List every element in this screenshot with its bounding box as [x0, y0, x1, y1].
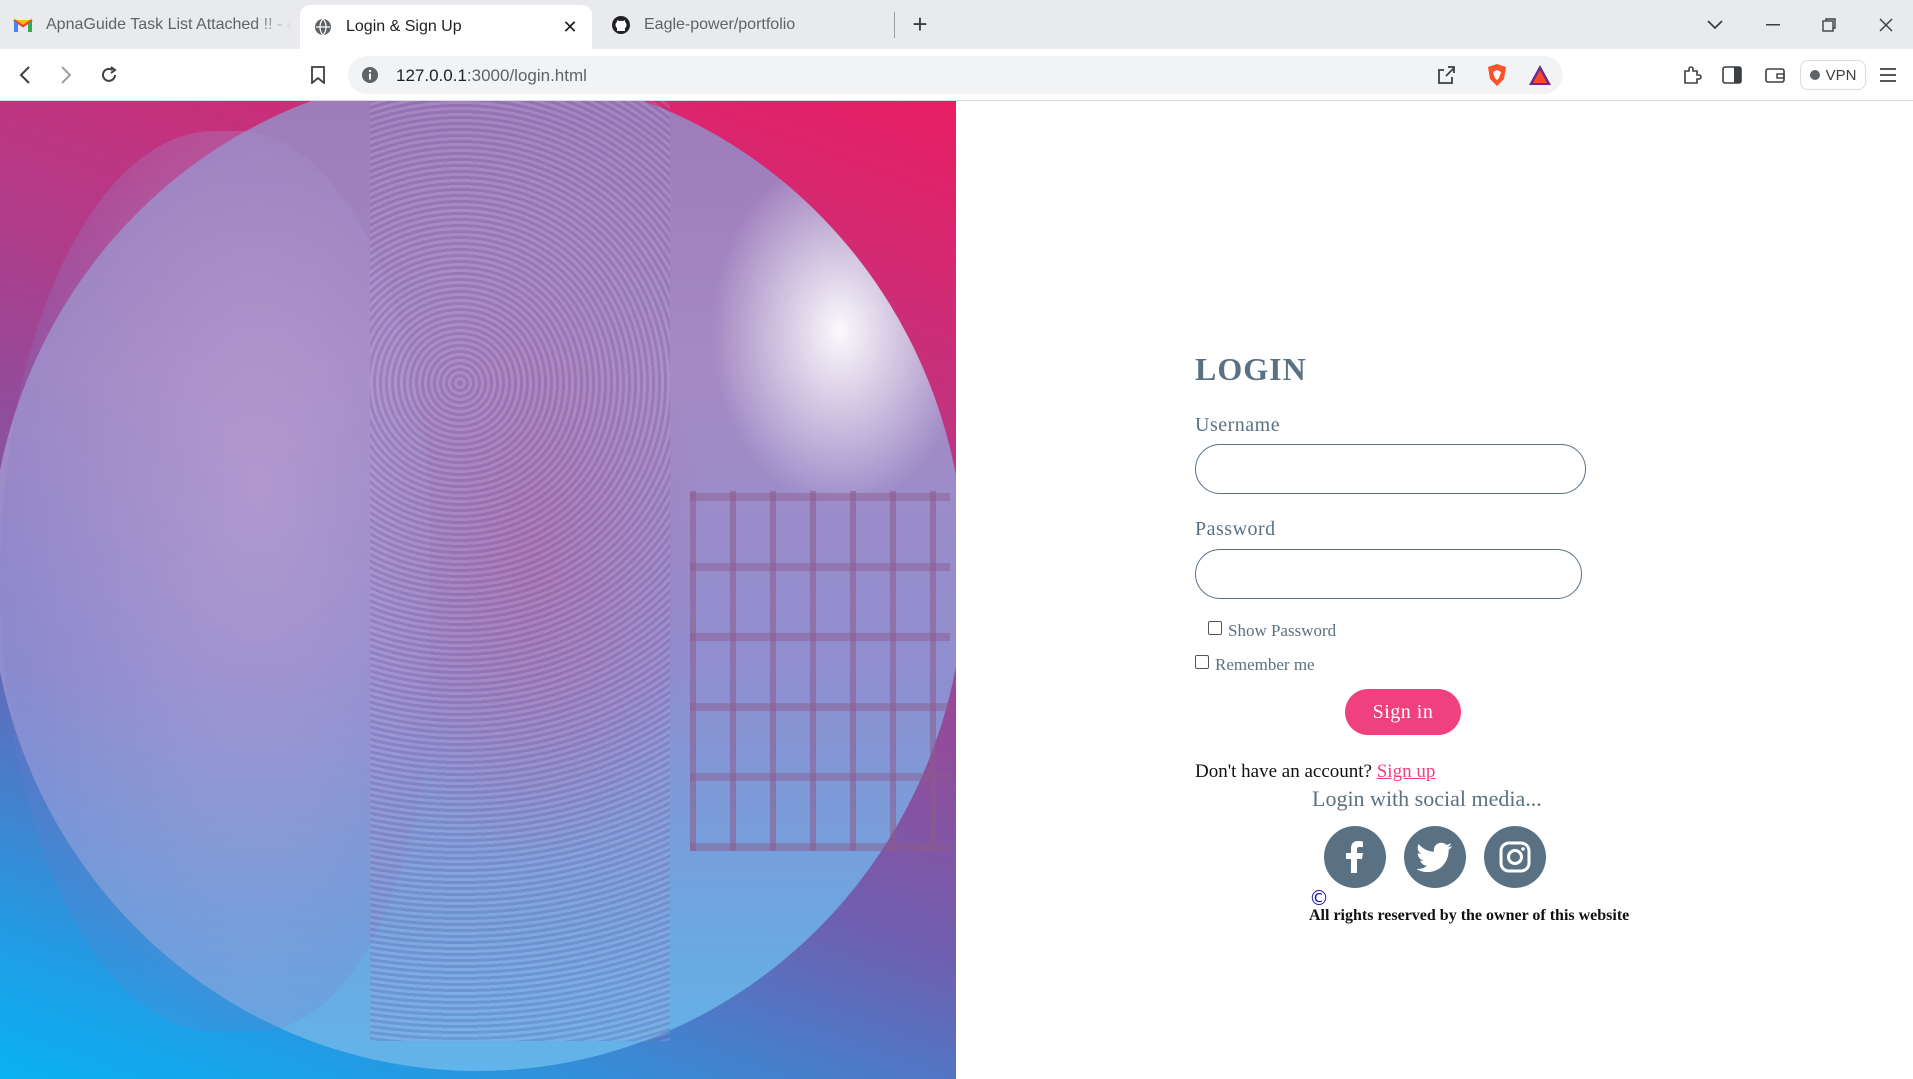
username-input[interactable] — [1195, 444, 1586, 494]
tab-search-icon[interactable] — [1698, 8, 1732, 42]
address-bar[interactable]: 127.0.0.1:3000/login.html — [348, 56, 1563, 94]
back-arrow-icon[interactable] — [9, 59, 41, 91]
show-password-checkbox[interactable]: Show Password — [1208, 621, 1336, 641]
password-input[interactable] — [1195, 549, 1582, 599]
site-info-icon[interactable] — [360, 65, 380, 85]
sidebar-toggle-icon[interactable] — [1716, 59, 1748, 91]
new-tab-button[interactable]: + — [906, 11, 934, 39]
sign-up-link[interactable]: Sign up — [1377, 761, 1436, 782]
no-account-text: Don't have an account? — [1195, 761, 1372, 782]
tab-title: Login & Sign Up — [346, 18, 462, 35]
instagram-icon[interactable] — [1484, 826, 1546, 888]
globe-icon — [312, 16, 334, 38]
tab-login-signup[interactable]: Login & Sign Up ✕ — [300, 5, 592, 49]
portrait-wall-texture — [370, 101, 670, 1041]
vpn-button[interactable]: VPN — [1800, 60, 1866, 90]
menu-icon[interactable] — [1872, 59, 1904, 91]
rights-text: All rights reserved by the owner of this… — [1309, 907, 1630, 924]
signup-prompt: Don't have an account? Sign up — [1195, 761, 1435, 783]
minimize-icon[interactable] — [1756, 8, 1790, 42]
show-password-label: Show Password — [1228, 621, 1337, 640]
portrait-scaffold — [690, 491, 950, 851]
tab-title: ApnaGuide Task List Attached !! - an — [46, 15, 292, 33]
tab-apnaguide[interactable]: ApnaGuide Task List Attached !! - an — [0, 5, 292, 44]
facebook-icon[interactable] — [1324, 826, 1386, 888]
restore-icon[interactable] — [1812, 8, 1846, 42]
browser-tab-bar: ApnaGuide Task List Attached !! - an Log… — [0, 0, 1913, 49]
social-login-title: Login with social media... — [1312, 786, 1542, 811]
bookmark-icon[interactable] — [302, 59, 334, 91]
extensions-icon[interactable] — [1676, 59, 1708, 91]
url-path: :3000/login.html — [466, 66, 587, 85]
checkbox-box[interactable] — [1208, 621, 1222, 635]
page-content: LOGIN Username Password Show Password Re… — [0, 101, 1913, 1079]
tab-divider — [894, 12, 895, 38]
tab-github-portfolio[interactable]: Eagle-power/portfolio — [598, 5, 890, 44]
close-tab-icon[interactable]: ✕ — [560, 17, 580, 37]
reload-icon[interactable] — [93, 59, 125, 91]
checkbox-box[interactable] — [1195, 655, 1209, 669]
browser-toolbar: 127.0.0.1:3000/login.html VPN — [0, 49, 1913, 101]
close-window-icon[interactable] — [1869, 8, 1903, 42]
url-text: 127.0.0.1:3000/login.html — [396, 66, 587, 86]
wallet-icon[interactable] — [1759, 59, 1791, 91]
tab-title: Eagle-power/portfolio — [644, 15, 796, 33]
github-icon — [610, 14, 632, 36]
brave-rewards-icon[interactable] — [1524, 59, 1556, 91]
login-title: LOGIN — [1195, 351, 1307, 387]
brave-shields-icon[interactable] — [1481, 59, 1513, 91]
password-label: Password — [1195, 518, 1276, 540]
forward-arrow-icon[interactable] — [50, 59, 82, 91]
portrait-photo — [0, 101, 956, 1071]
remember-me-checkbox[interactable]: Remember me — [1195, 655, 1315, 675]
url-host: 127.0.0.1 — [396, 66, 467, 85]
vpn-status-icon — [1809, 70, 1820, 80]
remember-me-label: Remember me — [1215, 655, 1315, 674]
twitter-icon[interactable] — [1404, 826, 1466, 888]
vpn-label: VPN — [1825, 66, 1857, 84]
gmail-icon — [12, 14, 34, 36]
username-label: Username — [1195, 414, 1281, 436]
portrait-face — [0, 131, 430, 1031]
hero-image-panel — [0, 101, 956, 1079]
share-icon[interactable] — [1430, 59, 1462, 91]
sign-in-button[interactable]: Sign in — [1345, 689, 1461, 735]
